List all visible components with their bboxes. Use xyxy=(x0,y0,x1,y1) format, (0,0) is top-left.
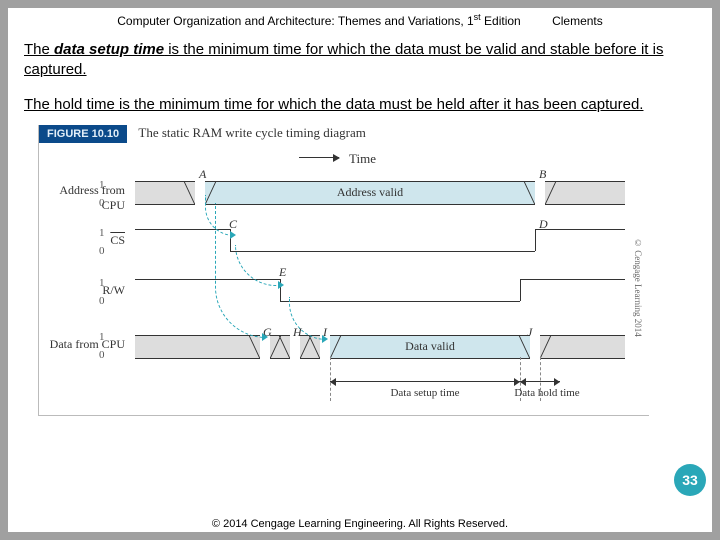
level-1: 1 xyxy=(99,179,105,191)
data-valid-text: Data valid xyxy=(330,339,530,354)
figure-label: FIGURE 10.10 xyxy=(39,125,127,143)
signal-label-cs: CS xyxy=(45,233,125,248)
point-A: A xyxy=(199,167,206,182)
slide-header: Computer Organization and Architecture: … xyxy=(8,8,712,30)
level-0: 0 xyxy=(99,197,105,209)
time-arrow-icon xyxy=(299,157,339,158)
paragraph-setup-time: The data setup time is the minimum time … xyxy=(8,30,712,85)
term-data-setup-time: data setup time xyxy=(54,41,164,58)
address-valid-bus: Address valid xyxy=(205,181,535,205)
dim-hold xyxy=(520,381,560,382)
data-track: Data valid xyxy=(135,335,639,365)
causal-arrow-icon xyxy=(215,203,266,338)
book-title-post: Edition xyxy=(481,14,521,28)
footer-copyright: © 2014 Cengage Learning Engineering. All… xyxy=(8,518,712,530)
signal-label-data: Data from CPU xyxy=(45,337,125,352)
signal-label-rw: R/W xyxy=(45,283,125,298)
figure-header: FIGURE 10.10 The static RAM write cycle … xyxy=(39,125,649,145)
paragraph-hold-time: The hold time is the minimum time for wh… xyxy=(8,85,712,119)
address-valid-text: Address valid xyxy=(205,185,535,200)
dim-hold-label: Data hold time xyxy=(507,387,587,399)
book-title-pre: Computer Organization and Architecture: … xyxy=(117,14,473,28)
time-axis-label: Time xyxy=(349,151,376,167)
figure-timing-diagram: FIGURE 10.10 The static RAM write cycle … xyxy=(38,125,649,416)
figure-side-copyright: © Cengage Learning 2014 xyxy=(629,185,643,391)
slide: Computer Organization and Architecture: … xyxy=(0,0,720,540)
dim-setup xyxy=(330,381,520,382)
dim-setup-label: Data setup time xyxy=(330,387,520,399)
signal-label-address: Address from CPU xyxy=(45,183,125,213)
book-title-sup: st xyxy=(474,12,481,22)
page-number-badge: 33 xyxy=(674,464,706,496)
point-B: B xyxy=(539,167,546,182)
data-valid-bus: Data valid xyxy=(330,335,530,359)
cs-track xyxy=(135,229,639,259)
figure-caption: The static RAM write cycle timing diagra… xyxy=(138,125,365,141)
rw-track xyxy=(135,279,639,309)
author: Clements xyxy=(552,14,603,28)
